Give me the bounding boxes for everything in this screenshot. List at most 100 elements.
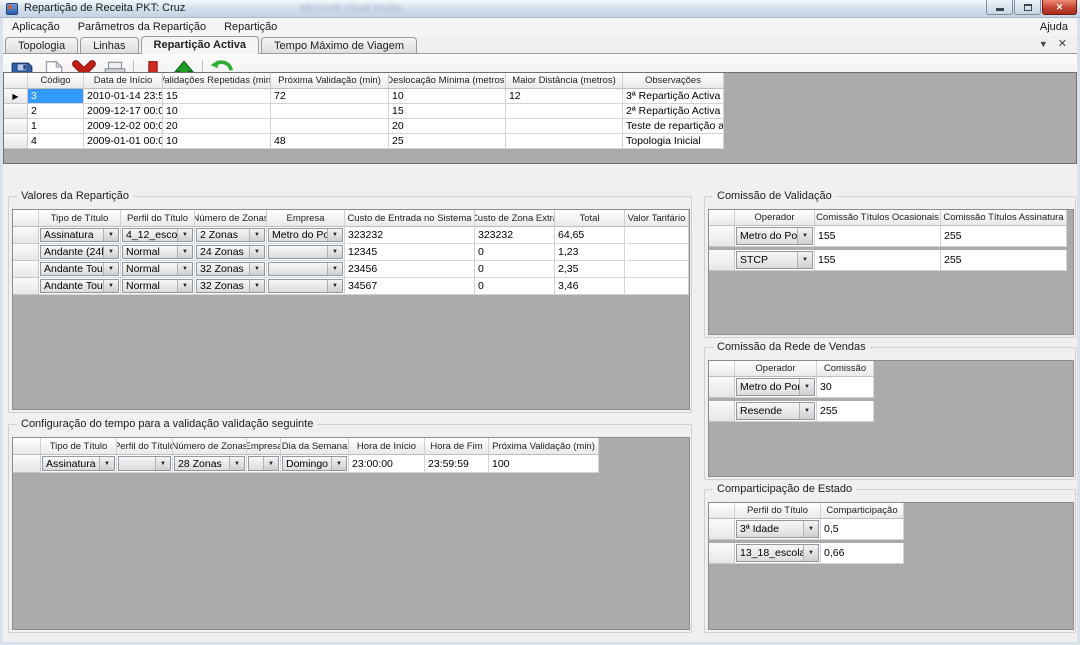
column-header[interactable]: Deslocação Mínima (metros)	[389, 73, 506, 89]
tab-close-icon[interactable]: ✕	[1058, 39, 1067, 50]
grid-cell[interactable]: 23:59:59	[425, 455, 489, 473]
grid-cell[interactable]: 2009-01-01 00:00:00	[84, 134, 163, 149]
grid-cell[interactable]	[271, 119, 389, 134]
combo-box[interactable]: 2 Zonas▼	[196, 228, 265, 242]
combo-box[interactable]: 28 Zonas▼	[174, 456, 245, 471]
combo-dropdown-icon[interactable]: ▼	[103, 280, 118, 292]
column-header[interactable]: Perfil do Título	[121, 210, 195, 227]
combo-box[interactable]: Normal▼	[122, 279, 193, 293]
column-header[interactable]: Comissão	[817, 361, 874, 377]
column-header[interactable]: Perfil do Título	[735, 503, 821, 519]
combo-dropdown-icon[interactable]: ▼	[99, 457, 114, 470]
grid-cell[interactable]: 23456	[345, 261, 475, 278]
close-button[interactable]: ✕	[1042, 0, 1077, 15]
grid-cell[interactable]: 10	[389, 89, 506, 104]
row-header[interactable]	[709, 519, 735, 540]
column-header[interactable]: Maior Distância (metros)	[506, 73, 623, 89]
grid-cell[interactable]: 25	[389, 134, 506, 149]
combo-box[interactable]: Normal▼	[122, 245, 193, 259]
row-header[interactable]	[709, 543, 735, 564]
tab-list-dropdown-icon[interactable]: ▼	[1039, 40, 1048, 49]
combo-dropdown-icon[interactable]: ▼	[799, 403, 814, 419]
grid-cell[interactable]: Resende▼	[735, 401, 817, 422]
grid-cell[interactable]: 64,65	[555, 227, 625, 244]
row-header[interactable]	[709, 250, 735, 271]
row-header[interactable]	[709, 226, 735, 247]
combo-box[interactable]: Assinatura▼	[40, 228, 119, 242]
combo-box[interactable]: ▼	[248, 456, 279, 471]
combo-box[interactable]: 3ª Idade▼	[736, 520, 819, 538]
grid-cell[interactable]: 32 Zonas▼	[195, 278, 267, 295]
grid-cell[interactable]	[625, 278, 689, 295]
grid-cell[interactable]: 3ª Idade▼	[735, 519, 821, 540]
row-header[interactable]	[4, 104, 28, 119]
menu-reparticao[interactable]: Repartição	[215, 19, 286, 35]
menu-aplicacao[interactable]: Aplicação	[3, 19, 69, 35]
combo-dropdown-icon[interactable]: ▼	[327, 229, 342, 241]
row-header[interactable]	[709, 401, 735, 422]
grid-cell[interactable]: 155	[815, 250, 941, 271]
row-header[interactable]	[709, 377, 735, 398]
combo-box[interactable]: Andante Tour-1▼	[40, 262, 119, 276]
grid-cell[interactable]: Domingo▼	[281, 455, 349, 473]
combo-box[interactable]: ▼	[268, 279, 343, 293]
combo-dropdown-icon[interactable]: ▼	[103, 263, 118, 275]
combo-box[interactable]: Andante Tour-3▼	[40, 279, 119, 293]
row-header-stub[interactable]	[13, 210, 39, 227]
grid-cell[interactable]: 4	[28, 134, 84, 149]
column-header[interactable]: Operador	[735, 361, 817, 377]
combo-box[interactable]: Metro do Porto▼	[736, 378, 815, 396]
row-header[interactable]: ▶	[4, 89, 28, 104]
combo-dropdown-icon[interactable]: ▼	[249, 280, 264, 292]
row-header-stub[interactable]	[709, 361, 735, 377]
column-header[interactable]: Operador	[735, 210, 815, 226]
grid-cell[interactable]: 0,5	[821, 519, 904, 540]
grid-cell[interactable]: 3,46	[555, 278, 625, 295]
combo-box[interactable]: Metro do Porto▼	[268, 228, 343, 242]
grid-cell[interactable]: 323232	[345, 227, 475, 244]
column-header[interactable]: Empresa	[267, 210, 345, 227]
combo-box[interactable]: Andante (24h)▼	[40, 245, 119, 259]
grid-cell[interactable]: 2ª Repartição Activa	[623, 104, 724, 119]
combo-dropdown-icon[interactable]: ▼	[803, 545, 818, 561]
column-header[interactable]: Validações Repetidas (min)	[163, 73, 271, 89]
grid-cell[interactable]	[506, 104, 623, 119]
combo-dropdown-icon[interactable]: ▼	[327, 280, 342, 292]
grid-cell[interactable]: 1	[28, 119, 84, 134]
combo-box[interactable]: ▼	[268, 262, 343, 276]
grid-cell[interactable]: Teste de repartição activa	[623, 119, 724, 134]
grid-cell[interactable]: 72	[271, 89, 389, 104]
column-header[interactable]: Número de Zonas	[173, 438, 247, 455]
combo-dropdown-icon[interactable]: ▼	[249, 263, 264, 275]
column-header[interactable]: Tipo de Título	[41, 438, 117, 455]
combo-box[interactable]: 4_12_escola.tp▼	[122, 228, 193, 242]
grid-cell[interactable]: Andante Tour-1▼	[39, 261, 121, 278]
grid-cell[interactable]: 0	[475, 261, 555, 278]
grid-cell[interactable]: Normal▼	[121, 278, 195, 295]
combo-dropdown-icon[interactable]: ▼	[103, 229, 118, 241]
column-header[interactable]: Hora de Início	[349, 438, 425, 455]
grid-cell[interactable]: 255	[941, 250, 1067, 271]
grid-cell[interactable]: 10	[163, 134, 271, 149]
grid-cell[interactable]: 1,23	[555, 244, 625, 261]
column-header[interactable]: Tipo de Título	[39, 210, 121, 227]
grid-cell[interactable]: 34567	[345, 278, 475, 295]
grid-cell[interactable]: Metro do Porto▼	[267, 227, 345, 244]
grid-cell[interactable]: 20	[389, 119, 506, 134]
grid-cell[interactable]: 2009-12-17 00:00:00	[84, 104, 163, 119]
grid-cell[interactable]: 15	[389, 104, 506, 119]
tab-topologia[interactable]: Topologia	[5, 37, 78, 53]
row-header-stub[interactable]	[13, 438, 41, 455]
grid-cell[interactable]: 13_18_escola.tp▼	[735, 543, 821, 564]
grid-cell[interactable]	[625, 244, 689, 261]
grid-cell[interactable]: 48	[271, 134, 389, 149]
combo-dropdown-icon[interactable]: ▼	[177, 263, 192, 275]
column-header[interactable]: Perfil do Título	[117, 438, 173, 455]
column-header[interactable]: Custo de Zona Extra	[475, 210, 555, 227]
grid-cell[interactable]: 0,66	[821, 543, 904, 564]
column-header[interactable]: Empresa	[247, 438, 281, 455]
grid-cell[interactable]: 155	[815, 226, 941, 247]
menu-parametros-da-reparticao[interactable]: Parâmetros da Repartição	[69, 19, 215, 35]
tab-tempo-maximo-de-viagem[interactable]: Tempo Máximo de Viagem	[261, 37, 417, 53]
combo-box[interactable]: Metro do Porto▼	[736, 227, 813, 245]
